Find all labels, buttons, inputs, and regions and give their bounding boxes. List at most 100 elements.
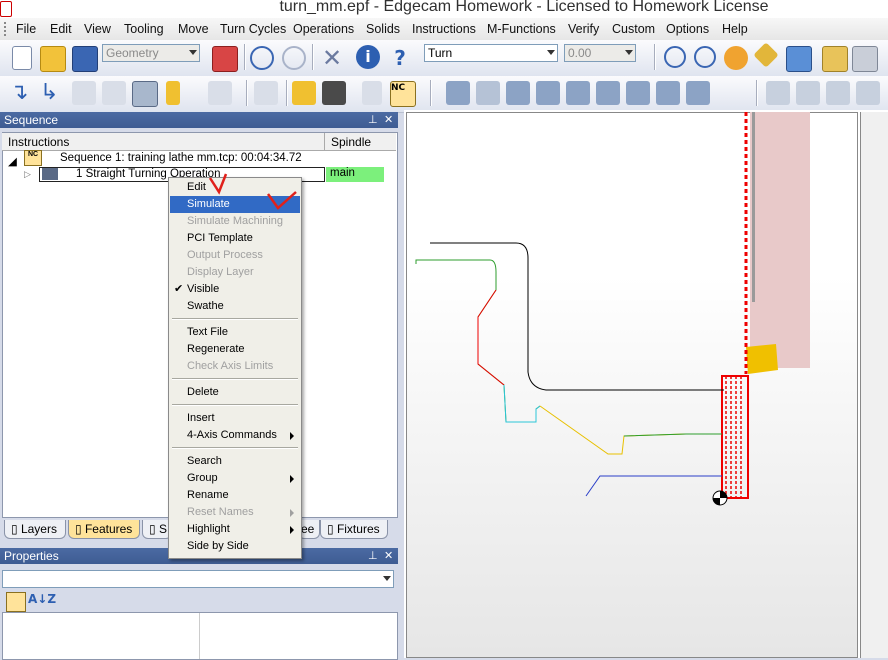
properties-object-combo[interactable]: [2, 570, 394, 588]
rapid-icon[interactable]: ↴: [10, 81, 34, 105]
view-cube-icon[interactable]: [786, 46, 812, 72]
menu-item-reset-names[interactable]: Reset Names: [170, 504, 300, 521]
arc-move-icon[interactable]: [72, 81, 96, 105]
rotate-view-icon[interactable]: [724, 46, 748, 70]
zoom-window-icon[interactable]: [694, 46, 716, 68]
value-combo[interactable]: 0.00: [564, 44, 636, 62]
column-spindle[interactable]: Spindle: [324, 133, 371, 150]
menu-item-rename[interactable]: Rename: [170, 487, 300, 504]
menu-file[interactable]: File: [16, 22, 36, 36]
tab-layers[interactable]: ▯ Layers: [4, 520, 66, 539]
tree-collapse-icon[interactable]: ▷: [24, 169, 31, 180]
finishing-icon[interactable]: [322, 81, 346, 105]
toolbar-separator: [246, 80, 248, 106]
grooving-icon[interactable]: [362, 81, 382, 105]
column-instructions[interactable]: Instructions: [8, 135, 69, 149]
menu-view[interactable]: View: [84, 22, 111, 36]
menu-item-output-process[interactable]: Output Process: [170, 247, 300, 264]
cycle-icon-5[interactable]: [566, 81, 590, 105]
drill-tool-icon[interactable]: [208, 81, 232, 105]
sequence-panel-header: Sequence ⊥ ✕: [0, 112, 398, 128]
cycle-icon-6[interactable]: [596, 81, 620, 105]
menu-item-simulate-machining[interactable]: Simulate Machining: [170, 213, 300, 230]
menu-tooling[interactable]: Tooling: [124, 22, 164, 36]
menu-operations[interactable]: Operations: [293, 22, 354, 36]
menu-edit[interactable]: Edit: [50, 22, 72, 36]
fast-forward-icon[interactable]: [826, 81, 850, 105]
mode-combo[interactable]: Turn: [424, 44, 558, 62]
menu-item-insert[interactable]: Insert: [170, 410, 300, 427]
spindle-cell: main: [326, 167, 384, 182]
menu-verify[interactable]: Verify: [568, 22, 599, 36]
menu-item-text-file[interactable]: Text File: [170, 324, 300, 341]
simulate-icon[interactable]: [766, 81, 790, 105]
tree-expand-icon[interactable]: ◢: [8, 154, 17, 168]
info-icon[interactable]: i: [356, 45, 380, 69]
turn-tool-icon[interactable]: [166, 81, 180, 105]
index-icon[interactable]: [254, 81, 278, 105]
menu-item-display-layer[interactable]: Display Layer: [170, 264, 300, 281]
new-file-icon[interactable]: [12, 46, 32, 70]
menu-turn-cycles[interactable]: Turn Cycles: [220, 22, 286, 36]
nc-output-icon[interactable]: NC: [390, 81, 416, 107]
menu-item-search[interactable]: Search: [170, 453, 300, 470]
menu-item-swathe[interactable]: Swathe: [170, 298, 300, 315]
undo-icon[interactable]: [250, 46, 274, 70]
tab-features[interactable]: ▯ Features: [68, 520, 140, 539]
iso-view-icon[interactable]: [822, 46, 848, 72]
menu-item-highlight[interactable]: Highlight: [170, 521, 300, 538]
sequence-root-label[interactable]: Sequence 1: training lathe mm.tcp: 00:04…: [60, 152, 302, 164]
close-icon[interactable]: ✕: [384, 549, 393, 562]
menu-item-regenerate[interactable]: Regenerate: [170, 341, 300, 358]
tab-fixtures[interactable]: ▯ Fixtures: [320, 520, 388, 539]
delete-icon[interactable]: ✕: [320, 46, 344, 70]
menu-item-side-by-side[interactable]: Side by Side: [170, 538, 300, 555]
cycle-icon-2[interactable]: [476, 81, 500, 105]
pin-icon[interactable]: ⊥: [368, 113, 378, 126]
sort-alpha-icon[interactable]: A↓Z: [28, 592, 56, 606]
zoom-icon[interactable]: [664, 46, 686, 68]
cycle-icon-7[interactable]: [626, 81, 650, 105]
menu-help[interactable]: Help: [722, 22, 748, 36]
yellow-profile: [539, 405, 722, 455]
cycle-icon-1[interactable]: [446, 81, 470, 105]
rewind-icon[interactable]: [856, 81, 880, 105]
save-icon[interactable]: [72, 46, 98, 72]
menu-instructions[interactable]: Instructions: [412, 22, 476, 36]
home-icon[interactable]: [102, 81, 126, 105]
menu-item-delete[interactable]: Delete: [170, 384, 300, 401]
window-title: turn_mm.epf - Edgecam Homework - License…: [279, 0, 769, 15]
secondary-viewport[interactable]: [860, 112, 888, 658]
step-icon[interactable]: [796, 81, 820, 105]
geometry-combo[interactable]: Geometry: [102, 44, 200, 62]
menu-item-4-axis-commands[interactable]: 4-Axis Commands: [170, 427, 300, 444]
cycle-icon-3[interactable]: [506, 81, 530, 105]
menu-options[interactable]: Options: [666, 22, 709, 36]
menu-item-group[interactable]: Group: [170, 470, 300, 487]
categorized-icon[interactable]: [6, 592, 26, 612]
close-icon[interactable]: ✕: [384, 113, 393, 126]
pin-icon[interactable]: ⊥: [368, 549, 378, 562]
pick-tool-icon[interactable]: [212, 46, 238, 72]
menu-item-check-axis-limits[interactable]: Check Axis Limits: [170, 358, 300, 375]
help-icon[interactable]: ?: [388, 46, 412, 70]
properties-grid[interactable]: [2, 612, 398, 660]
menu-m-functions[interactable]: M-Functions: [487, 22, 556, 36]
menu-solids[interactable]: Solids: [366, 22, 400, 36]
cycle-icon-9[interactable]: [686, 81, 710, 105]
shaded-view-icon[interactable]: [852, 46, 878, 72]
menu-item-pci-template[interactable]: PCI Template: [170, 230, 300, 247]
cycle-icon-4[interactable]: [536, 81, 560, 105]
open-folder-icon[interactable]: [40, 46, 66, 72]
cycle-icon-8[interactable]: [656, 81, 680, 105]
roughing-icon[interactable]: [292, 81, 316, 105]
menu-move[interactable]: Move: [178, 22, 209, 36]
menu-custom[interactable]: Custom: [612, 22, 655, 36]
redo-icon[interactable]: [282, 46, 306, 70]
tool-store-icon[interactable]: [132, 81, 158, 107]
feed-icon[interactable]: ↳: [40, 81, 64, 105]
menu-bar: File Edit View Tooling Move Turn Cycles …: [0, 18, 888, 41]
pan-icon[interactable]: [753, 42, 779, 68]
toolbar-separator: [430, 80, 432, 106]
menu-item-visible[interactable]: ✔ Visible: [170, 281, 300, 298]
